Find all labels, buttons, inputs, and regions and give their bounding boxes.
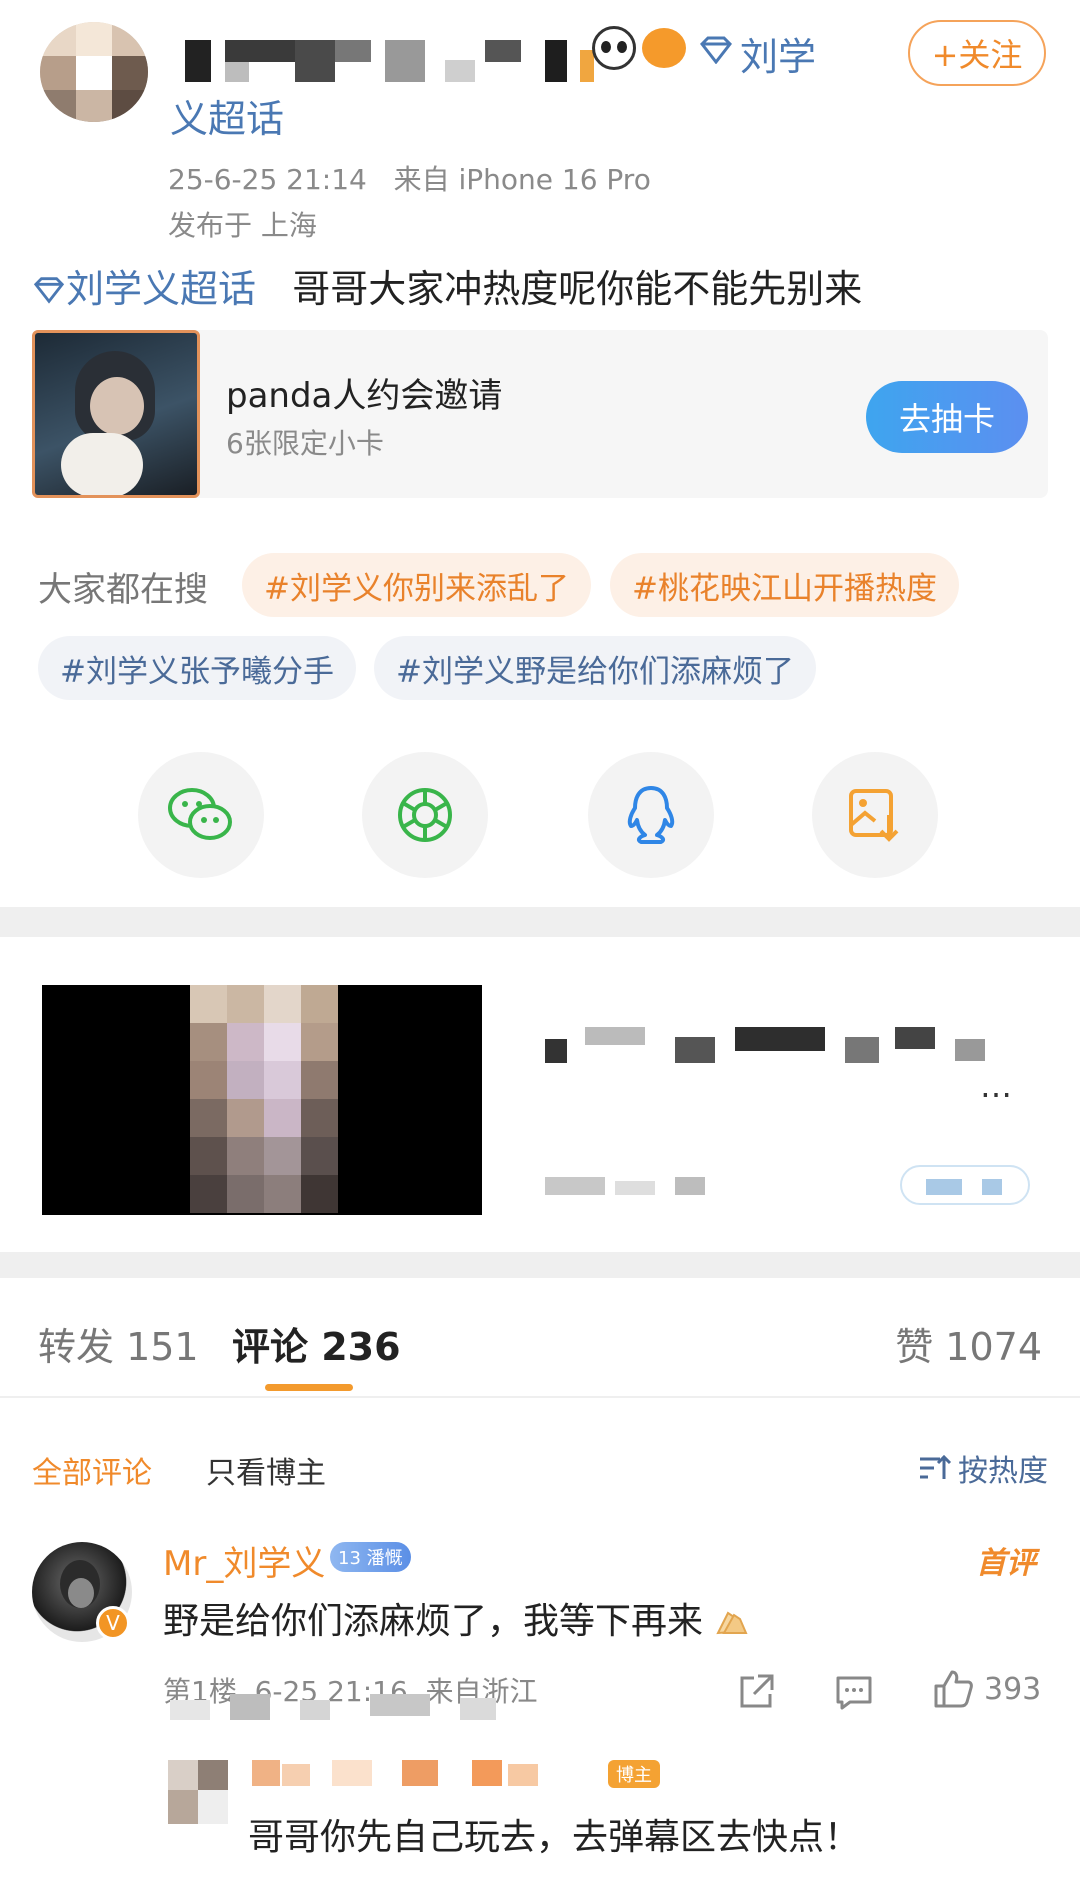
blogger-badge: 博主 [608,1760,660,1788]
tab-like[interactable]: 赞 1074 [895,1316,1042,1371]
fan-level-badge: 13 潘慨 [330,1542,411,1572]
comment-icon [836,1676,872,1710]
diamond-icon [33,277,65,304]
share-qq[interactable] [588,752,714,878]
share-save-image[interactable] [812,752,938,878]
tab-repost[interactable]: 转发 151 [38,1316,199,1371]
reply-preview[interactable]: 博主 哥哥你先自己玩去，去弹幕区去快点！ [168,1746,1048,1883]
pufferfish-icon [642,28,686,68]
comment-meta-pixelation [170,1694,550,1720]
commenter-name[interactable]: Mr_刘学义 [163,1536,325,1585]
reply-name-pixelated [252,1760,612,1786]
section-divider-2 [0,1252,1080,1278]
draw-card-button[interactable]: 去抽卡 [866,381,1028,453]
card-thumbnail[interactable] [32,330,200,498]
post-meta-time-device: 25-6-25 21:14 来自 iPhone 16 Pro [168,163,651,196]
sort-by-hot[interactable]: 按热度 [918,1446,1048,1490]
share-icon [740,1674,774,1708]
panda-icon [592,26,636,70]
recommended-item[interactable]: … [0,955,1080,1255]
post-body: 哥哥大家冲热度呢你能不能先别来 [292,267,863,311]
supertopic-name-part1[interactable]: 刘学 [740,26,816,81]
comment-text: 野是给你们添麻烦了，我等下再来 [163,1592,748,1644]
post-text: 刘学义超话 哥哥大家冲热度呢你能不能先别来 [32,258,862,313]
follow-button[interactable]: +关注 [908,20,1046,86]
reply-comment-button[interactable] [834,1672,874,1716]
recommended-meta-pixelated [545,1177,845,1197]
topic-link[interactable]: 刘学义超话 [32,267,268,311]
author-name-pixelated[interactable] [185,40,595,86]
card-subtitle: 6张限定小卡 [226,427,384,460]
moments-icon [398,788,452,842]
reply-text: 哥哥你先自己玩去，去弹幕区去快点！ [248,1817,861,1858]
reply-avatar-pixelated[interactable] [168,1760,228,1824]
wechat-icon [168,788,232,840]
tabs-divider [0,1396,1080,1398]
hot-search-label: 大家都在搜 [38,570,208,610]
save-image-icon [849,789,899,842]
filter-all-comments[interactable]: 全部评论 [32,1448,152,1492]
diamond-icon [698,36,734,68]
hot-search-tag-3[interactable]: #刘学义张予曦分手 [38,636,356,700]
section-divider [0,907,1080,937]
like-comment-button[interactable]: 393 [932,1668,1041,1710]
hot-search-tag-2[interactable]: #桃花映江山开播热度 [610,553,959,617]
hot-search-tag-1[interactable]: #刘学义你别来添乱了 [242,553,591,617]
recommended-action-pixelated[interactable] [900,1165,1030,1205]
thumbs-up-icon [934,1670,973,1708]
share-wechat[interactable] [138,752,264,878]
like-count: 393 [984,1671,1042,1707]
clap-emoji-icon [714,1605,748,1635]
share-moments[interactable] [362,752,488,878]
qq-icon [627,786,675,844]
supertopic-name-part2[interactable]: 义超话 [170,88,284,143]
first-comment-badge: 首评 [976,1546,1036,1581]
author-avatar[interactable] [40,22,148,122]
sort-icon [920,1454,952,1479]
tab-comment[interactable]: 评论 236 [232,1316,401,1371]
share-comment-button[interactable] [736,1672,776,1716]
active-tab-indicator [265,1384,353,1391]
hot-search-tag-4[interactable]: #刘学义野是给你们添麻烦了 [374,636,816,700]
post-meta-location: 发布于 上海 [168,209,317,242]
filter-owner-only[interactable]: 只看博主 [206,1448,326,1492]
recommended-title-pixelated [545,1027,1005,1067]
recommended-text-fragment: … [980,1067,1012,1105]
recommended-thumbnail[interactable] [42,985,482,1215]
verified-badge: V [96,1606,130,1640]
card-title: panda人约会邀请 [226,376,503,416]
